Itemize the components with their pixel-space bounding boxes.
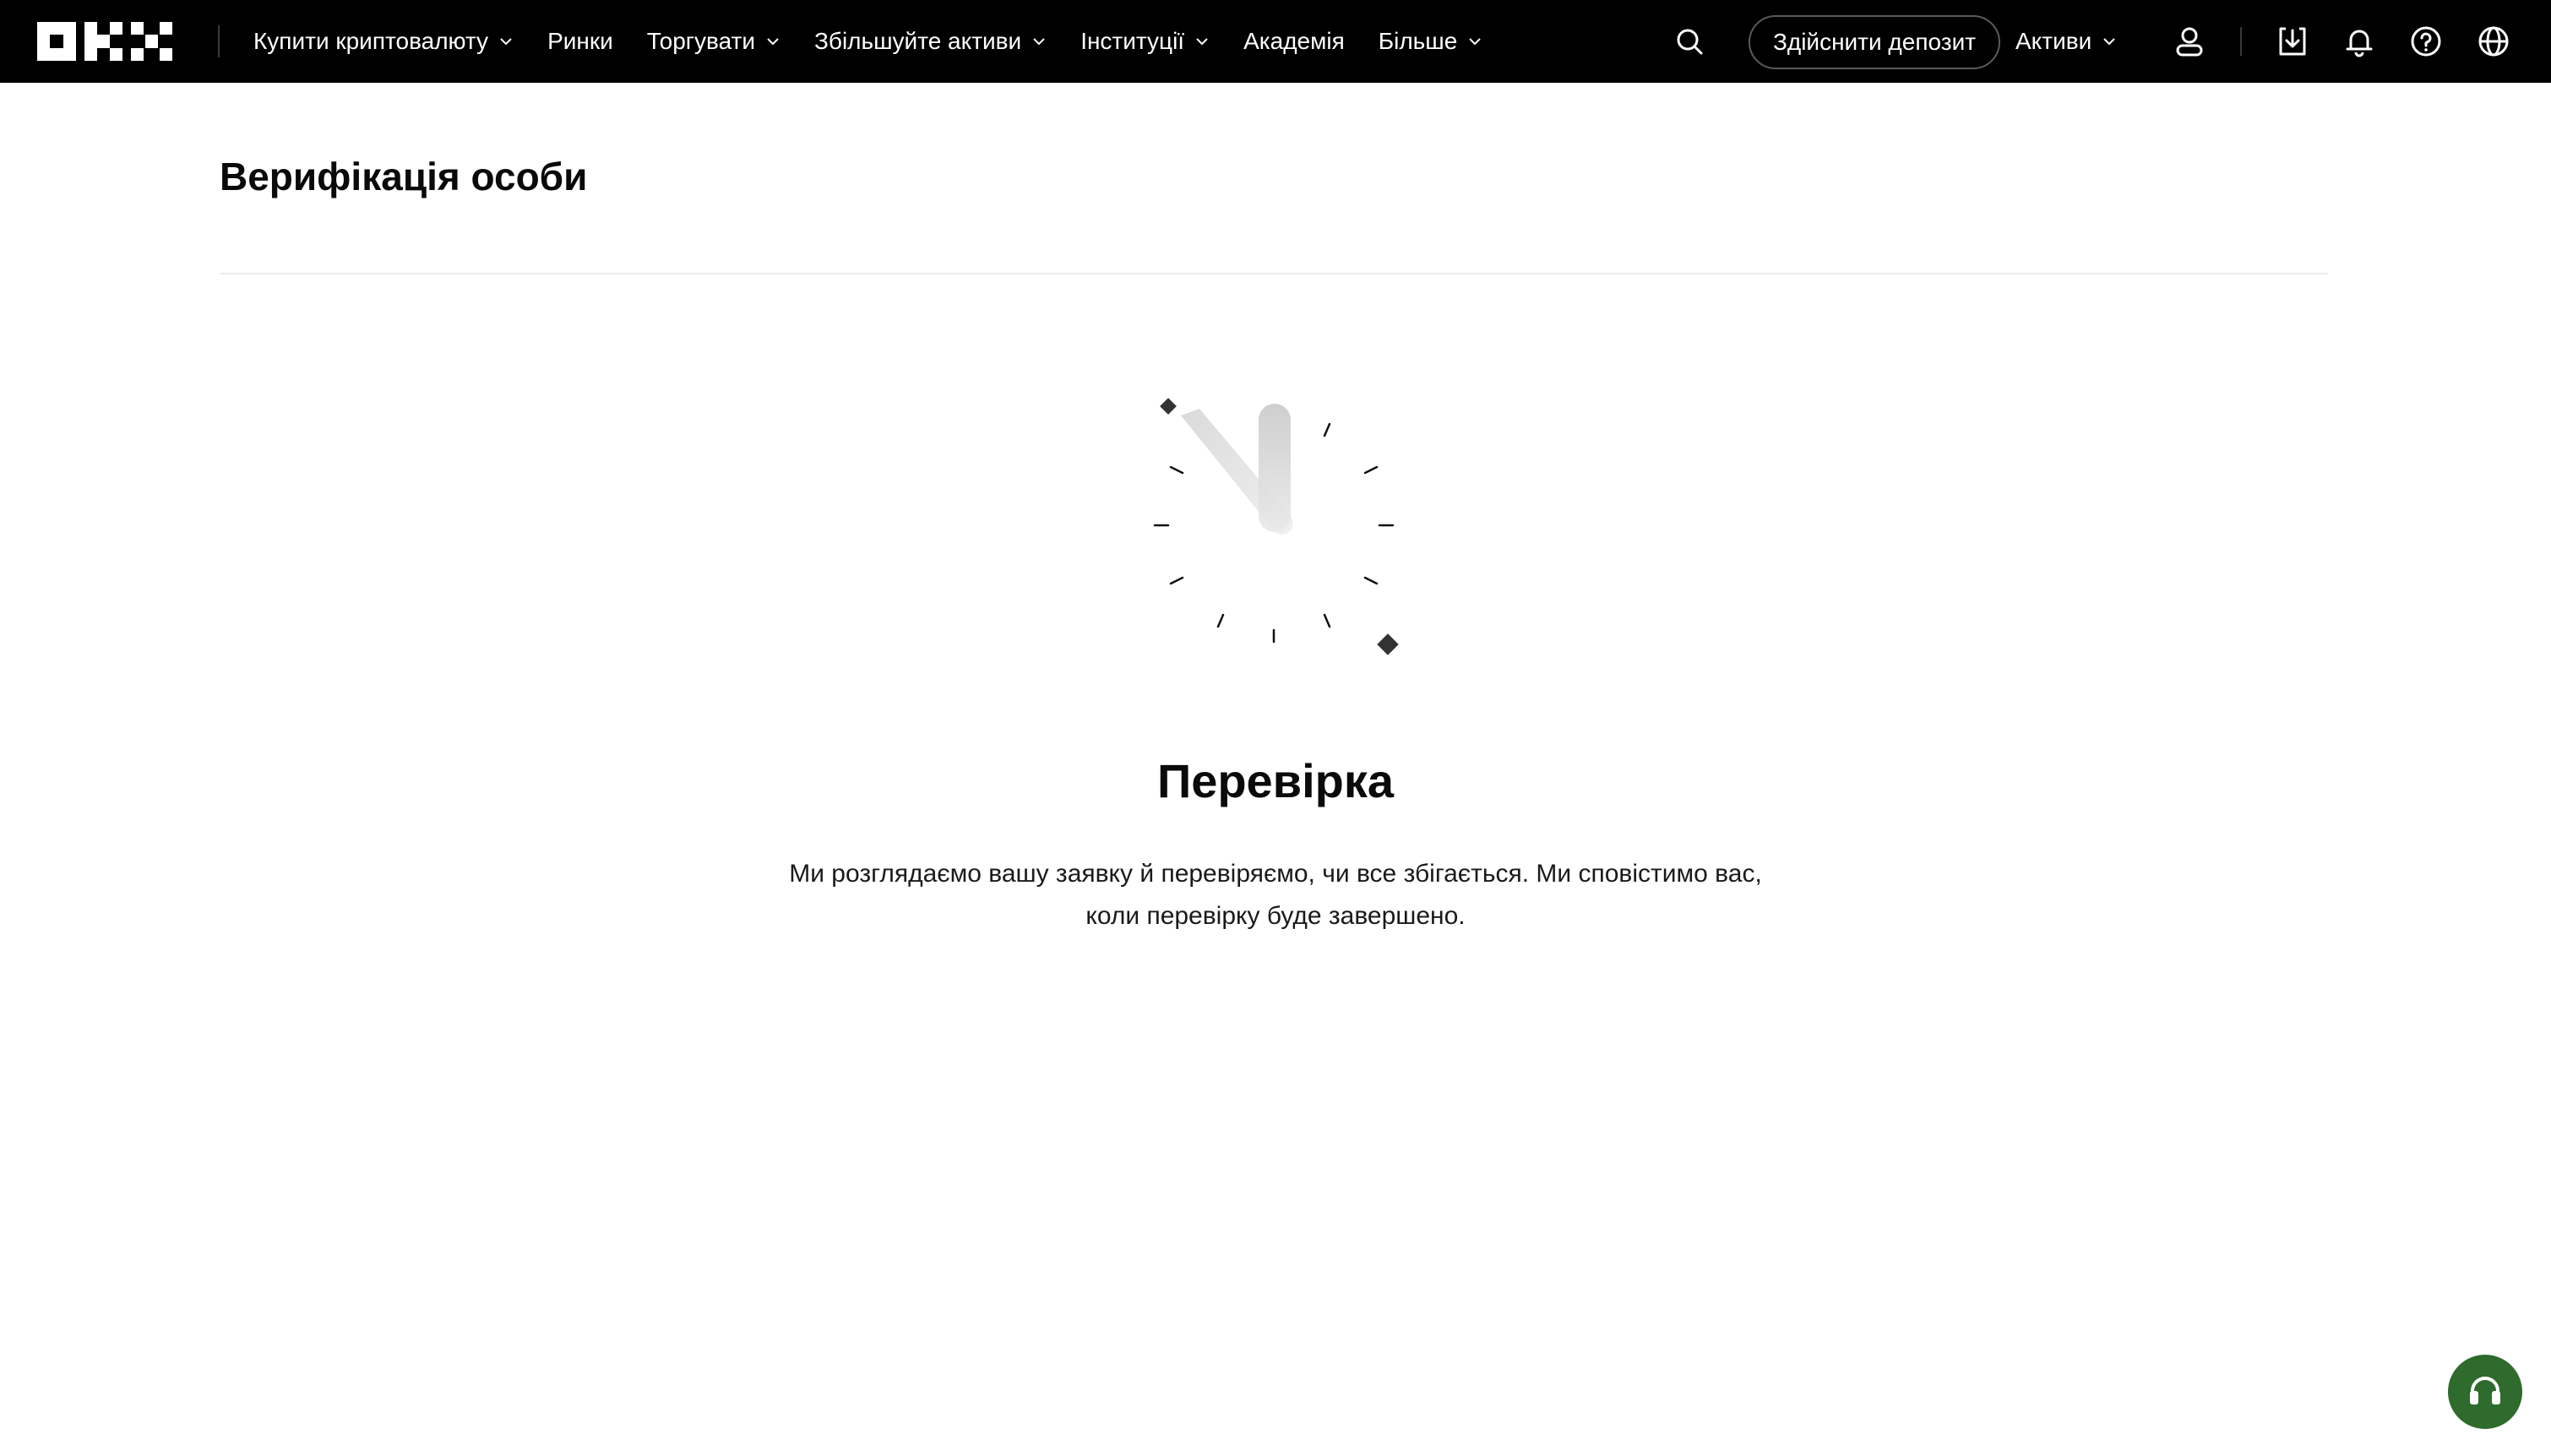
nav-item-label: Купити криптовалюту <box>253 28 489 54</box>
nav-item-label: Торгувати <box>646 28 755 54</box>
chevron-down-icon <box>767 38 779 46</box>
nav-item-label: Академія <box>1243 28 1345 54</box>
assets-dropdown[interactable]: Активи <box>2015 0 2117 83</box>
nav-item-academy[interactable]: Академія <box>1243 28 1345 55</box>
deposit-button-label: Здійснити депозит <box>1772 29 1977 55</box>
title-divider <box>220 273 2328 274</box>
okx-logo-icon[interactable] <box>37 22 172 61</box>
status-description: Ми розглядаємо вашу заявку й перевіряємо… <box>789 860 1762 930</box>
main-nav: Купити криптовалюту Ринки Торгувати Збіл… <box>253 0 1516 83</box>
nav-item-buy-crypto[interactable]: Купити криптовалюту <box>253 28 514 55</box>
help-icon[interactable] <box>2409 24 2443 58</box>
nav-item-institutions[interactable]: Інституції <box>1080 28 1210 55</box>
hourglass-clock-icon <box>1153 398 1399 655</box>
chevron-down-icon <box>1196 38 1208 46</box>
headset-icon <box>2470 1377 2500 1404</box>
top-navigation-bar: Купити криптовалюту Ринки Торгувати Збіл… <box>0 0 2551 83</box>
nav-item-label: Ринки <box>547 28 613 54</box>
nav-item-grow-assets[interactable]: Збільшуйте активи <box>814 28 1047 55</box>
globe-icon[interactable] <box>2477 24 2510 58</box>
chevron-down-icon <box>1033 38 1045 46</box>
nav-item-label: Більше <box>1378 28 1458 54</box>
nav-item-label: Інституції <box>1080 28 1185 54</box>
download-icon[interactable] <box>2276 24 2309 58</box>
page-title: Верифікація особи <box>220 155 588 198</box>
status-title: Перевірка <box>1156 754 1395 807</box>
assets-label: Активи <box>2015 28 2092 54</box>
chevron-down-icon <box>500 38 512 46</box>
logo-divider <box>218 25 220 57</box>
nav-item-trade[interactable]: Торгувати <box>647 28 781 55</box>
toolbar-divider <box>2240 27 2242 56</box>
support-chat-button[interactable] <box>2448 1355 2522 1429</box>
bell-icon[interactable] <box>2342 24 2376 58</box>
nav-item-more[interactable]: Більше <box>1379 28 1483 55</box>
nav-item-label: Збільшуйте активи <box>814 28 1022 54</box>
search-icon[interactable] <box>1673 24 1706 58</box>
user-icon[interactable] <box>2173 24 2206 58</box>
deposit-button[interactable]: Здійснити депозит <box>1749 15 2000 69</box>
chevron-down-icon <box>2103 38 2115 46</box>
chevron-down-icon <box>1469 38 1482 46</box>
nav-item-markets[interactable]: Ринки <box>547 28 613 55</box>
